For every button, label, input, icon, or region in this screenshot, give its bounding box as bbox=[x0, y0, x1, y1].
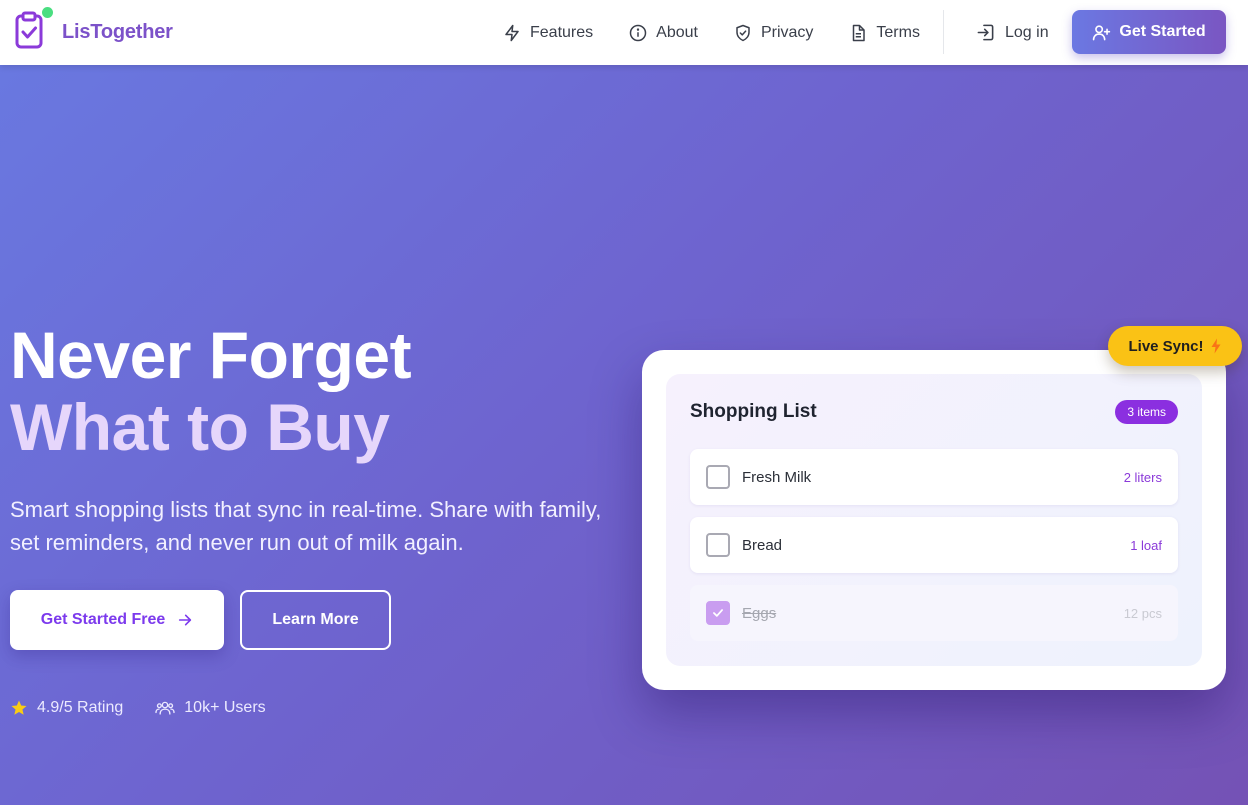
hero-title-line1: Never Forget bbox=[10, 318, 412, 392]
list-item[interactable]: Eggs 12 pcs bbox=[690, 585, 1178, 641]
brand-name: LisTogether bbox=[62, 20, 173, 43]
document-icon bbox=[853, 24, 866, 41]
learn-more-button[interactable]: Learn More bbox=[240, 590, 391, 650]
nav-link-about[interactable]: About bbox=[629, 24, 698, 42]
get-started-button[interactable]: Get Started bbox=[1072, 10, 1226, 54]
hero-title: Never Forget What to Buy bbox=[10, 318, 412, 464]
nav-link-features[interactable]: Features bbox=[503, 24, 593, 42]
lightning-icon bbox=[1211, 338, 1221, 354]
item-checkbox[interactable] bbox=[706, 465, 730, 489]
user-plus-icon bbox=[1093, 24, 1111, 40]
list-item[interactable]: Bread 1 loaf bbox=[690, 517, 1178, 573]
live-sync-label: Live Sync! bbox=[1128, 337, 1204, 355]
get-started-free-label: Get Started Free bbox=[40, 611, 166, 628]
online-status-dot bbox=[42, 7, 53, 18]
login-link[interactable]: Log in bbox=[976, 0, 1049, 65]
users-stat: 10k+ Users bbox=[155, 699, 266, 717]
rating-stat: 4.9/5 Rating bbox=[10, 699, 123, 717]
nav-links: Features About Privacy Terms bbox=[503, 0, 956, 65]
shopping-list-title: Shopping List bbox=[690, 401, 817, 422]
item-count-badge: 3 items bbox=[1115, 400, 1178, 424]
login-icon bbox=[977, 24, 994, 41]
nav-link-label: Features bbox=[530, 23, 594, 41]
item-name: Eggs bbox=[742, 604, 777, 622]
item-quantity: 1 loaf bbox=[1130, 537, 1162, 553]
nav-link-label: About bbox=[656, 23, 698, 41]
hero-section: Never Forget What to Buy Smart shopping … bbox=[0, 65, 1248, 805]
get-started-free-button[interactable]: Get Started Free bbox=[10, 590, 224, 650]
top-navbar: LisTogether Features About Privacy Terms… bbox=[0, 0, 1248, 65]
check-icon bbox=[713, 609, 723, 617]
hero-stats: 4.9/5 Rating 10k+ Users bbox=[10, 699, 298, 717]
learn-more-label: Learn More bbox=[272, 611, 359, 628]
item-quantity: 12 pcs bbox=[1123, 605, 1162, 621]
arrow-right-icon bbox=[179, 614, 192, 626]
shopping-list-panel: Shopping List 3 items Fresh Milk 2 liter… bbox=[666, 374, 1202, 666]
shield-icon bbox=[736, 24, 750, 41]
nav-link-label: Terms bbox=[876, 23, 920, 41]
item-checkbox[interactable] bbox=[706, 533, 730, 557]
users-label: 10k+ Users bbox=[184, 699, 266, 716]
brand[interactable]: LisTogether bbox=[14, 7, 173, 53]
clipboard-check-icon bbox=[14, 7, 53, 53]
info-icon bbox=[629, 24, 647, 41]
nav-link-privacy[interactable]: Privacy bbox=[734, 24, 813, 42]
item-quantity: 2 liters bbox=[1123, 469, 1162, 485]
item-checkbox[interactable] bbox=[706, 601, 730, 625]
nav-link-terms[interactable]: Terms bbox=[849, 24, 920, 42]
item-name: Bread bbox=[742, 536, 783, 554]
get-started-label: Get Started bbox=[1119, 23, 1206, 40]
hero-title-line2: What to Buy bbox=[10, 390, 390, 464]
rating-label: 4.9/5 Rating bbox=[37, 699, 124, 716]
hero-subtitle: Smart shopping lists that sync in real-t… bbox=[10, 497, 602, 555]
list-item[interactable]: Fresh Milk 2 liters bbox=[690, 449, 1178, 505]
star-icon bbox=[11, 700, 27, 715]
shopping-list-card: Shopping List 3 items Fresh Milk 2 liter… bbox=[642, 350, 1226, 690]
login-label: Log in bbox=[1005, 23, 1049, 41]
nav-divider bbox=[943, 10, 944, 54]
live-sync-badge: Live Sync! bbox=[1108, 326, 1242, 366]
nav-link-label: Privacy bbox=[760, 23, 814, 41]
lightning-icon bbox=[505, 24, 519, 41]
users-icon bbox=[155, 701, 175, 715]
item-name: Fresh Milk bbox=[742, 468, 812, 486]
